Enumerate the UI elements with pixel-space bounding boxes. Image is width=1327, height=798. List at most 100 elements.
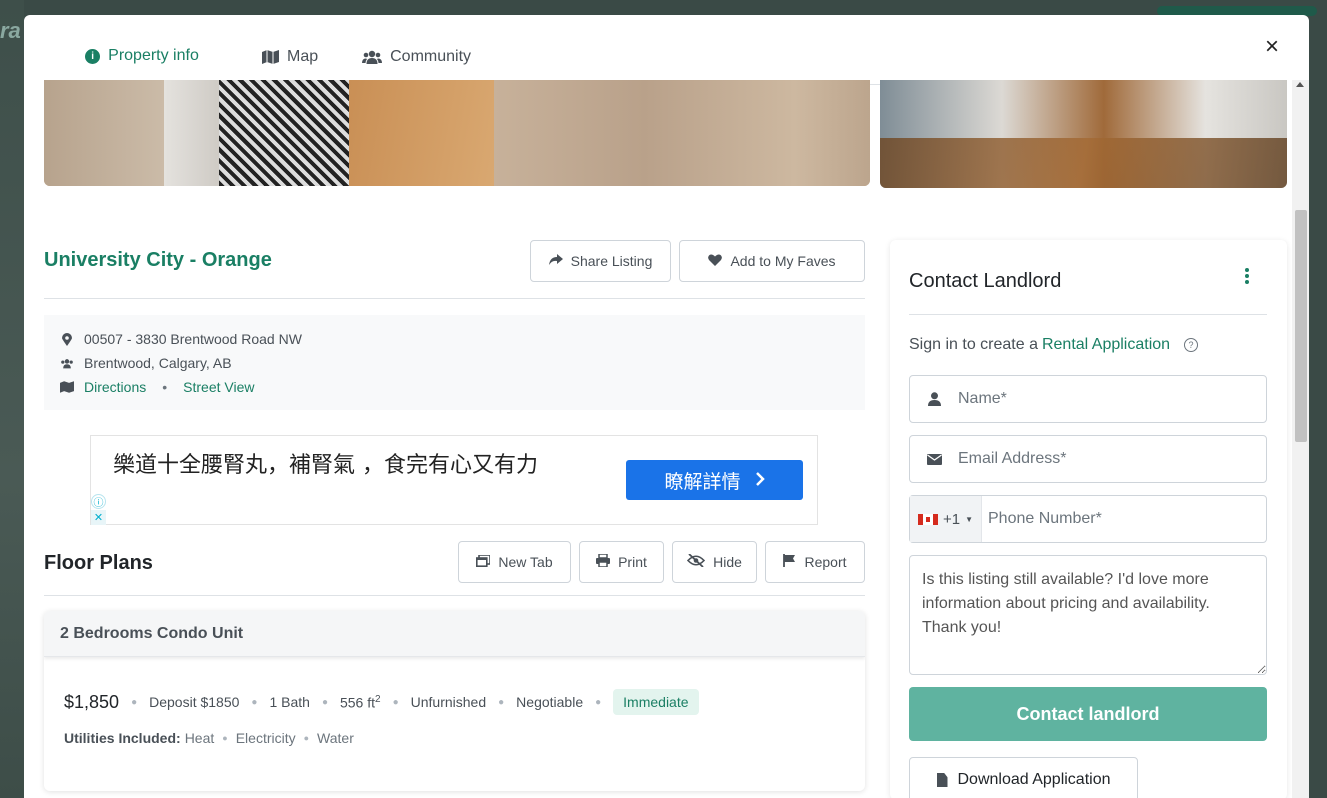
unit-negotiable: Negotiable [516,694,584,710]
signin-prompt: Sign in to create a Rental Application ? [909,336,1199,354]
canada-flag-icon [917,513,938,525]
scroll-thumb[interactable] [1295,210,1307,442]
flag-icon [783,554,796,570]
caret-down-icon: ▼ [965,514,974,524]
print-button[interactable]: Print [579,541,664,583]
email-field[interactable]: Email Address* [909,435,1267,483]
neighborhood-line: Brentwood, Calgary, AB [60,355,232,371]
unit-furnished: Unfurnished [410,694,487,710]
share-listing-button[interactable]: Share Listing [530,240,671,282]
info-circle-icon: i [85,48,101,64]
contact-title: Contact Landlord [909,270,1062,292]
unit-name[interactable]: 2 Bedrooms Condo Unit [44,611,865,657]
divider [44,595,865,596]
utility-item: Heat [184,730,215,746]
eye-slash-icon [686,553,706,570]
tab-property-info[interactable]: i Property info [44,29,240,85]
listing-title: University City - Orange [44,249,272,271]
print-label: Print [618,554,647,570]
share-listing-label: Share Listing [570,253,653,269]
name-field[interactable]: Name* [909,375,1267,423]
background-map-strip [0,0,24,798]
download-application-label: Download Application [957,771,1111,788]
new-tab-label: New Tab [498,554,553,570]
availability-badge: Immediate [613,689,699,715]
map-icon [60,381,74,393]
phone-placeholder: Phone Number* [988,510,1102,527]
ad-button-label: 瞭解詳情 [664,470,741,493]
new-tab-button[interactable]: New Tab [458,541,571,583]
ad-learn-more-button[interactable]: 瞭解詳情 [626,460,803,500]
utility-item: Electricity [235,730,296,746]
tab-community[interactable]: Community [340,29,493,85]
email-placeholder: Email Address* [958,450,1067,467]
unit-size: 556 ft2 [339,693,381,711]
tab-community-label: Community [390,48,472,65]
tab-map[interactable]: Map [240,29,340,85]
utility-item: Water [317,730,354,746]
report-button[interactable]: Report [765,541,865,583]
contact-landlord-card: Contact Landlord Sign in to create a Ren… [890,240,1287,798]
envelope-icon [910,453,958,465]
map-pin-icon [60,332,74,346]
address-line: 00507 - 3830 Brentwood Road NW [60,331,302,347]
add-to-faves-button[interactable]: Add to My Faves [679,240,865,282]
advertisement[interactable]: 樂道十全腰腎丸，補腎氣 ，食完有心又有力 瞭解詳情 ⓘ ✕ [90,435,818,525]
country-code: +1 [942,510,961,528]
unit-deposit: Deposit $1850 [149,694,240,710]
ad-text: 樂道十全腰腎丸，補腎氣 ，食完有心又有力 [113,453,538,478]
listing-photo-2[interactable] [880,80,1287,188]
map-icon [262,50,279,64]
ad-close-icon[interactable]: ✕ [91,510,106,525]
map-links-line: Directions • Street View [60,379,255,395]
tab-map-label: Map [287,48,319,65]
floor-plans-title: Floor Plans [44,552,153,574]
name-placeholder: Name* [958,390,1007,407]
file-icon [936,773,948,787]
directions-link[interactable]: Directions [84,379,146,395]
phone-field[interactable]: +1 ▼ Phone Number* [909,495,1267,543]
rental-application-link[interactable]: Rental Application [1042,336,1170,354]
address-line2: Brentwood, Calgary, AB [84,355,232,371]
dot-separator: • [162,379,168,395]
report-label: Report [804,554,847,570]
window-restore-icon [476,554,492,570]
divider [909,314,1267,315]
utilities-row: Utilities Included: Heat ● Electricity ●… [64,730,354,746]
utilities-label: Utilities Included: [64,730,181,746]
contact-landlord-button[interactable]: Contact landlord [909,687,1267,741]
unit-details-row: $1,850 ● Deposit $1850 ● 1 Bath ● 556 ft… [64,689,699,715]
country-code-select[interactable]: +1 ▼ [910,496,982,542]
scroll-up-arrow[interactable] [1296,82,1304,87]
floor-plan-card: 2 Bedrooms Condo Unit $1,850 ● Deposit $… [44,611,865,791]
print-icon [596,553,611,570]
divider [44,298,865,299]
add-to-faves-label: Add to My Faves [730,253,836,269]
address-box: 00507 - 3830 Brentwood Road NW Brentwood… [44,315,865,410]
users-icon [362,50,383,64]
kebab-menu-icon[interactable] [1244,266,1250,286]
ad-info-icon[interactable]: ⓘ [91,494,106,509]
hide-button[interactable]: Hide [672,541,757,583]
modal-tabs: i Property info Map Community [44,29,1254,85]
signin-prefix: Sign in to create a [909,336,1038,353]
user-icon [910,392,958,406]
close-icon[interactable]: × [1265,35,1279,59]
question-circle-icon[interactable]: ? [1184,338,1199,352]
hide-label: Hide [713,554,742,570]
unit-price: $1,850 [64,691,120,712]
heart-icon [708,253,723,269]
tab-property-info-label: Property info [108,47,199,64]
users-icon [60,358,74,369]
listing-photo-1[interactable] [44,80,870,186]
message-textarea[interactable]: Is this listing still available? I'd lov… [909,555,1267,675]
share-icon [548,253,563,269]
chevron-right-icon [755,469,765,491]
background-logo: ra [0,18,21,43]
unit-bath: 1 Bath [269,694,310,710]
download-application-button[interactable]: Download Application [909,757,1138,798]
scrollbar[interactable] [1292,80,1309,798]
listing-modal: i Property info Map Community × Universi… [24,15,1309,798]
address-line1: 00507 - 3830 Brentwood Road NW [84,331,302,347]
street-view-link[interactable]: Street View [183,379,254,395]
